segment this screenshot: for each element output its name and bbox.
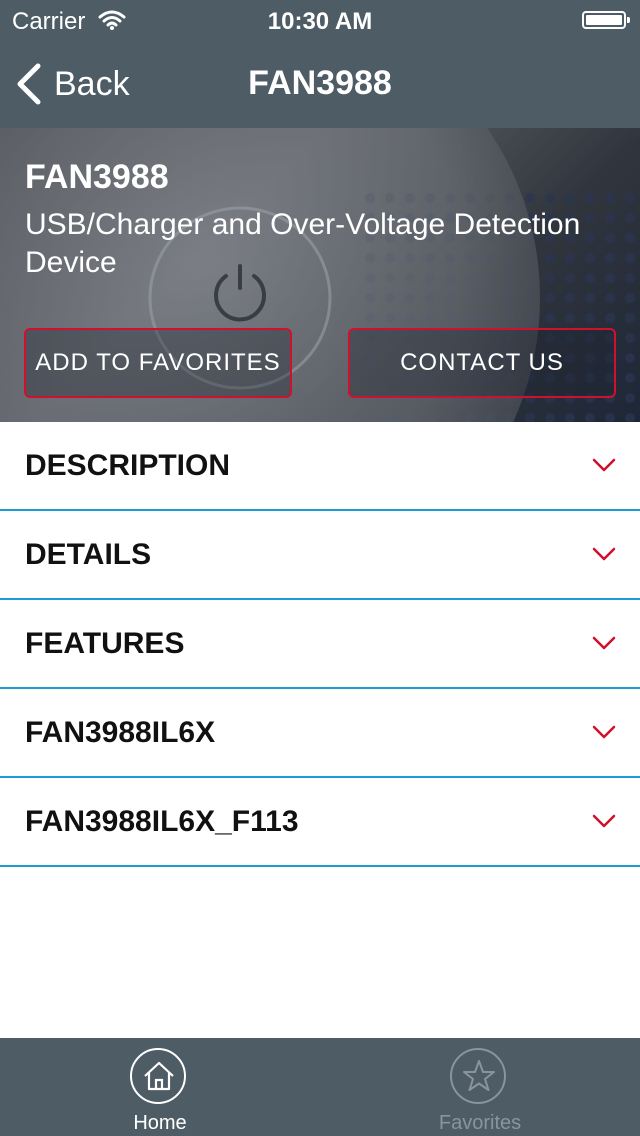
section-label: FAN3988IL6X: [25, 715, 216, 749]
section-description[interactable]: DESCRIPTION: [0, 422, 640, 511]
battery-icon: [582, 11, 630, 29]
product-hero: FAN3988 USB/Charger and Over-Voltage Det…: [0, 128, 640, 422]
section-part-fan3988il6x-f113[interactable]: FAN3988IL6X_F113: [0, 778, 640, 867]
section-label: DESCRIPTION: [25, 448, 231, 482]
tab-label: Favorites: [438, 1112, 522, 1134]
tab-label: Home: [133, 1112, 187, 1134]
contact-us-button[interactable]: CONTACT US: [348, 328, 616, 398]
tab-bar: Home Favorites: [0, 1038, 640, 1136]
chevron-down-icon: [592, 814, 616, 828]
status-time: 10:30 AM: [267, 8, 373, 35]
section-list: DESCRIPTION DETAILS FEATURES FAN3988IL6X…: [0, 422, 640, 867]
chevron-down-icon: [592, 636, 616, 650]
section-part-fan3988il6x[interactable]: FAN3988IL6X: [0, 689, 640, 778]
home-icon: [130, 1048, 186, 1104]
chevron-down-icon: [592, 725, 616, 739]
chevron-down-icon: [592, 458, 616, 472]
status-bar: Carrier 10:30 AM: [0, 0, 640, 40]
product-name: FAN3988: [25, 158, 169, 196]
tab-home[interactable]: Home: [0, 1038, 320, 1136]
navigation-bar: Back FAN3988: [0, 40, 640, 128]
section-label: FAN3988IL6X_F113: [25, 804, 299, 838]
star-icon: [450, 1048, 506, 1104]
section-details[interactable]: DETAILS: [0, 511, 640, 600]
section-label: FEATURES: [25, 626, 185, 660]
product-description: USB/Charger and Over-Voltage Detection D…: [25, 208, 581, 279]
tab-favorites[interactable]: Favorites: [320, 1038, 640, 1136]
add-to-favorites-button[interactable]: ADD TO FAVORITES: [24, 328, 292, 398]
section-features[interactable]: FEATURES: [0, 600, 640, 689]
chevron-down-icon: [592, 547, 616, 561]
section-label: DETAILS: [25, 537, 152, 571]
page-title: FAN3988: [248, 64, 392, 102]
